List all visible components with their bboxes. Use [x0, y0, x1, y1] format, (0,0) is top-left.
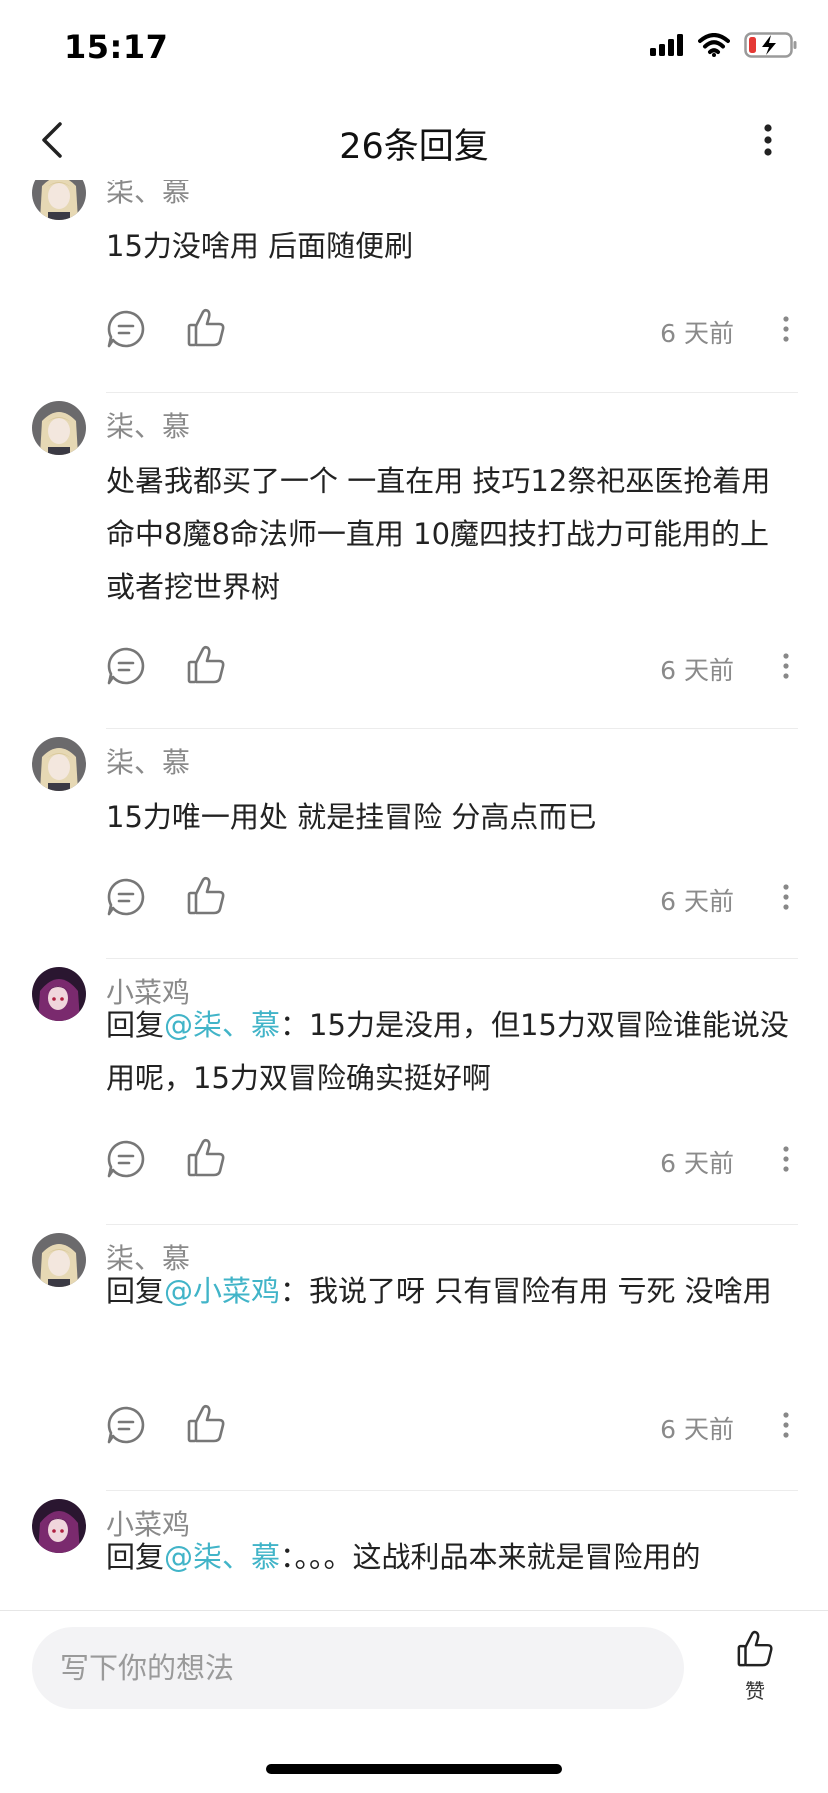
like-button[interactable]: 赞 — [728, 1629, 782, 1704]
reply-prefix: 回复 — [106, 1274, 165, 1308]
thumbs-up-icon[interactable] — [186, 1137, 226, 1179]
more-options-icon[interactable] — [774, 311, 798, 347]
reply-colon: ： — [280, 1008, 310, 1042]
more-options-icon[interactable] — [774, 879, 798, 915]
wifi-icon — [698, 33, 730, 57]
avatar[interactable] — [32, 737, 86, 791]
reply-item: 小菜鸡 回复@柒、慕：15力是没用，但15力双冒险谁能说没用呢，15力双冒险确实… — [0, 959, 828, 1225]
reply-text: 处暑我都买了一个 一直在用 技巧12祭祀巫医抢着用 命中8魔8命法师一直用 10… — [106, 455, 798, 614]
reply-time: 6 天前 — [660, 656, 734, 685]
reply-colon: ： — [280, 1540, 295, 1574]
reply-time: 6 天前 — [660, 887, 734, 916]
mention-link[interactable]: @小菜鸡 — [164, 1274, 280, 1308]
mention-link[interactable]: @柒、慕 — [164, 1008, 280, 1042]
reply-actions: 6 天前 — [106, 1131, 798, 1187]
comment-reply-icon[interactable] — [106, 309, 146, 349]
mention-link[interactable]: @柒、慕 — [164, 1540, 280, 1574]
reply-item: 小菜鸡 回复@柒、慕：。。。这战利品本来就是冒险用的 — [0, 1491, 828, 1610]
anime-character-blonde-icon — [32, 180, 86, 220]
status-time: 15:17 — [64, 28, 169, 66]
author-name[interactable]: 柒、慕 — [106, 405, 190, 445]
reply-actions: 6 天前 — [106, 638, 798, 694]
thumbs-up-icon[interactable] — [186, 875, 226, 917]
author-name[interactable]: 柒、慕 — [106, 180, 190, 210]
more-options-icon[interactable] — [748, 116, 788, 164]
more-options-icon[interactable] — [774, 648, 798, 684]
reply-body: 处暑我都买了一个 一直在用 技巧12祭祀巫医抢着用 命中8魔8命法师一直用 10… — [106, 464, 771, 604]
avatar[interactable] — [32, 180, 86, 220]
cellular-signal-icon — [650, 34, 683, 56]
avatar[interactable] — [32, 967, 86, 1021]
reply-body: 15力唯一用处 就是挂冒险 分高点而已 — [106, 800, 597, 834]
reply-colon: ： — [280, 1274, 310, 1308]
reply-time: 6 天前 — [660, 319, 734, 348]
anime-character-blonde-icon — [32, 737, 86, 791]
thumbs-up-icon[interactable] — [186, 1403, 226, 1445]
reply-actions: 6 天前 — [106, 869, 798, 925]
reply-list[interactable]: 柒、慕 15力没啥用 后面随便刷 6 天前 柒、慕 处暑我都买了一个 一直在用 … — [0, 180, 828, 1610]
reply-prefix: 回复 — [106, 1008, 165, 1042]
anime-character-purple-icon — [32, 967, 86, 1021]
battery-charging-icon — [744, 32, 797, 58]
home-indicator[interactable] — [266, 1764, 562, 1774]
reply-item: 柒、慕 处暑我都买了一个 一直在用 技巧12祭祀巫医抢着用 命中8魔8命法师一直… — [0, 393, 828, 729]
page-title: 26条回复 — [339, 127, 489, 167]
more-options-icon[interactable] — [774, 1141, 798, 1177]
comment-reply-icon[interactable] — [106, 1405, 146, 1445]
thumbs-up-icon[interactable] — [186, 644, 226, 686]
reply-item: 柒、慕 15力唯一用处 就是挂冒险 分高点而已 6 天前 — [0, 729, 828, 959]
reply-text: 15力没啥用 后面随便刷 — [106, 220, 798, 273]
reply-time: 6 天前 — [660, 1415, 734, 1444]
avatar[interactable] — [32, 1499, 86, 1553]
reply-body: 我说了呀 只有冒险有用 亏死 没啥用 — [309, 1274, 772, 1308]
anime-character-purple-icon — [32, 1499, 86, 1553]
avatar[interactable] — [32, 401, 86, 455]
author-name[interactable]: 柒、慕 — [106, 741, 190, 781]
reply-actions: 6 天前 — [106, 301, 798, 357]
reply-item: 柒、慕 回复@小菜鸡：我说了呀 只有冒险有用 亏死 没啥用 6 天前 — [0, 1225, 828, 1491]
reply-prefix: 回复 — [106, 1540, 165, 1574]
anime-character-blonde-icon — [32, 401, 86, 455]
more-options-icon[interactable] — [774, 1407, 798, 1443]
comment-reply-icon[interactable] — [106, 1139, 146, 1179]
comment-input[interactable] — [32, 1627, 684, 1709]
status-bar: 15:17 — [0, 0, 828, 100]
thumbs-up-icon — [737, 1630, 773, 1667]
comment-reply-icon[interactable] — [106, 877, 146, 917]
reply-text: 回复@柒、慕：。。。这战利品本来就是冒险用的 — [106, 1531, 798, 1584]
like-label: 赞 — [745, 1679, 765, 1703]
anime-character-blonde-icon — [32, 1233, 86, 1287]
reply-body: 15力没啥用 后面随便刷 — [106, 229, 414, 263]
comment-reply-icon[interactable] — [106, 646, 146, 686]
reply-actions: 6 天前 — [106, 1397, 798, 1453]
nav-bar: 26条回复 — [0, 100, 828, 180]
reply-body: 。。。这战利品本来就是冒险用的 — [294, 1540, 701, 1574]
reply-time: 6 天前 — [660, 1149, 734, 1178]
thumbs-up-icon[interactable] — [186, 307, 226, 349]
reply-text: 回复@小菜鸡：我说了呀 只有冒险有用 亏死 没啥用 — [106, 1265, 798, 1318]
reply-text: 回复@柒、慕：15力是没用，但15力双冒险谁能说没用呢，15力双冒险确实挺好啊 — [106, 999, 798, 1105]
status-icons — [650, 32, 798, 58]
avatar[interactable] — [32, 1233, 86, 1287]
reply-text: 15力唯一用处 就是挂冒险 分高点而已 — [106, 791, 798, 844]
